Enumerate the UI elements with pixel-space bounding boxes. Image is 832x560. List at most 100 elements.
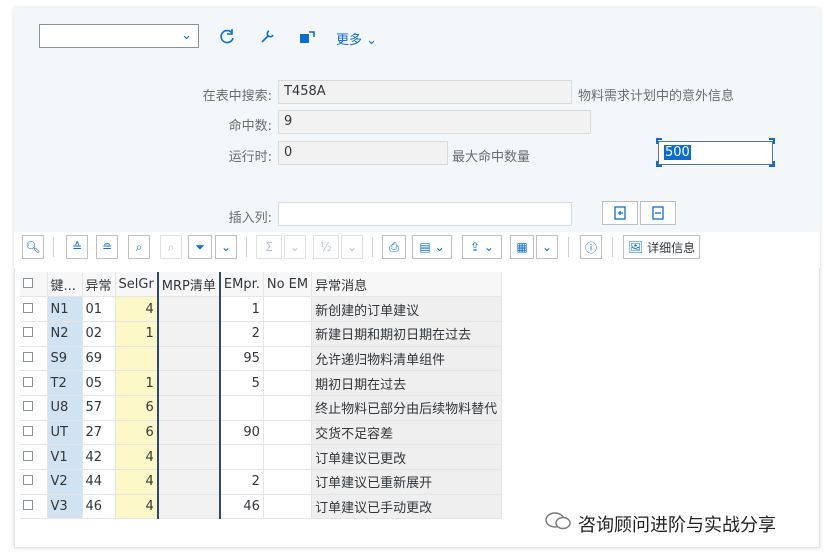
- message-cell: 终止物料已部分由后续物料替代: [311, 395, 503, 421]
- details-button[interactable]: 🖼︎ 详细信息: [623, 235, 700, 259]
- max-hits-label: 最大命中数量: [452, 150, 531, 165]
- runtime-label: 运行时:: [228, 150, 272, 165]
- more-label: 更多: [336, 33, 363, 48]
- runtime-field: 0: [278, 141, 448, 165]
- row-checkbox[interactable]: [20, 370, 48, 396]
- wrench-icon[interactable]: [256, 26, 278, 48]
- table-row[interactable]: U8 57 6 终止物料已部分由后续物料替代: [20, 395, 503, 421]
- exception-cell: 46: [82, 494, 116, 520]
- empr-cell: 46: [219, 494, 264, 520]
- subtotal-dropdown-icon: ⌄: [341, 235, 363, 259]
- col-header-no-em[interactable]: No EM: [263, 272, 313, 298]
- exception-cell: 44: [82, 469, 116, 495]
- selgr-cell: 6: [115, 420, 159, 446]
- filter-dropdown-icon[interactable]: ⌄: [215, 235, 237, 259]
- key-cell: V1: [47, 444, 83, 470]
- selgr-cell: 4: [115, 494, 159, 520]
- exception-cell: 27: [82, 420, 116, 446]
- info-icon[interactable]: ⓘ: [580, 235, 602, 259]
- row-checkbox[interactable]: [20, 346, 48, 372]
- sort-ascending-icon[interactable]: ≙: [66, 235, 88, 259]
- col-header-exception[interactable]: 异常: [82, 272, 116, 298]
- chevron-down-icon: ⌄: [366, 33, 378, 48]
- exception-cell: 42: [82, 444, 116, 470]
- table-row[interactable]: V2 44 4 2 订单建议已重新展开: [20, 469, 503, 495]
- row-checkbox[interactable]: [20, 395, 48, 421]
- empr-cell: 5: [219, 370, 264, 396]
- selgr-cell: 1: [115, 321, 159, 347]
- select-all-checkbox[interactable]: [20, 272, 48, 298]
- key-cell: U8: [47, 395, 83, 421]
- empr-cell: 2: [219, 321, 264, 347]
- search-description: 物料需求计划中的意外信息: [578, 89, 735, 104]
- mrp-list-cell: [156, 444, 221, 470]
- no-em-cell: [263, 469, 313, 495]
- table-header-row: 键... 异常 SelGr MRP清单 EMpr. No EM 异常消息: [20, 272, 503, 298]
- table-row[interactable]: N2 02 1 2 新建日期和期初日期在过去: [20, 321, 503, 347]
- col-header-mrp-list[interactable]: MRP清单: [156, 272, 221, 298]
- empr-cell: 90: [219, 420, 264, 446]
- more-menu-button[interactable]: 更多 ⌄: [336, 29, 377, 48]
- selgr-cell: [115, 346, 159, 372]
- no-em-cell: [263, 494, 313, 520]
- row-checkbox[interactable]: [20, 296, 48, 322]
- row-checkbox[interactable]: [20, 321, 48, 347]
- refresh-icon[interactable]: [216, 26, 238, 48]
- max-hits-value: 500: [664, 145, 691, 160]
- find-next-icon: ⌕: [160, 235, 182, 259]
- layout-dropdown-icon[interactable]: ⌄: [536, 235, 558, 259]
- message-cell: 新创建的订单建议: [311, 296, 503, 322]
- empr-cell: 1: [219, 296, 264, 322]
- layout-icon[interactable]: ▦: [510, 235, 534, 259]
- table-row[interactable]: T2 05 1 5 期初日期在过去: [20, 370, 503, 396]
- col-header-selgr[interactable]: SelGr: [115, 272, 159, 298]
- zoom-icon[interactable]: 🔍︎: [22, 235, 44, 259]
- find-icon[interactable]: ⌕: [128, 235, 150, 259]
- table-row[interactable]: V1 42 4 订单建议已更改: [20, 444, 503, 470]
- row-checkbox[interactable]: [20, 444, 48, 470]
- mrp-list-cell: [156, 494, 221, 520]
- col-header-key[interactable]: 键...: [47, 272, 83, 298]
- print-icon[interactable]: ⎙: [382, 235, 406, 259]
- insert-column-field[interactable]: [278, 202, 572, 226]
- remove-column-button[interactable]: [640, 201, 676, 225]
- mrp-list-cell: [156, 420, 221, 446]
- export-icon[interactable]: ⇪ ⌄: [462, 235, 502, 259]
- sort-descending-icon[interactable]: ≘: [96, 235, 118, 259]
- message-cell: 允许递归物料清单组件: [311, 346, 503, 372]
- insert-column-button[interactable]: [602, 201, 638, 225]
- variant-dropdown[interactable]: ⌄: [39, 24, 199, 48]
- filter-icon[interactable]: ⏷: [188, 235, 212, 259]
- exception-table: 键... 异常 SelGr MRP清单 EMpr. No EM 异常消息 N1 0…: [20, 272, 503, 520]
- row-checkbox[interactable]: [20, 420, 48, 446]
- search-field[interactable]: T458A: [278, 80, 572, 104]
- no-em-cell: [263, 420, 313, 446]
- insert-column-label: 插入列:: [228, 211, 272, 226]
- focus-corner: [656, 138, 662, 144]
- separator: [246, 237, 247, 257]
- row-checkbox[interactable]: [20, 469, 48, 495]
- no-em-cell: [263, 296, 313, 322]
- col-header-message[interactable]: 异常消息: [311, 272, 503, 298]
- col-header-empr[interactable]: EMpr.: [219, 272, 264, 298]
- selgr-cell: 4: [115, 444, 159, 470]
- empr-cell: [219, 395, 264, 421]
- table-row[interactable]: UT 27 6 90 交货不足容差: [20, 420, 503, 446]
- no-em-cell: [263, 395, 313, 421]
- mrp-list-cell: [156, 469, 221, 495]
- table-row[interactable]: V3 46 4 46 订单建议已手动更改: [20, 494, 503, 520]
- settings-transfer-icon[interactable]: [296, 26, 318, 48]
- table-row[interactable]: N1 01 4 1 新创建的订单建议: [20, 296, 503, 322]
- search-label: 在表中搜索:: [202, 89, 272, 104]
- mrp-list-cell: [156, 346, 221, 372]
- row-checkbox[interactable]: [20, 494, 48, 520]
- focus-corner: [769, 138, 775, 144]
- selgr-cell: 4: [115, 296, 159, 322]
- view-icon[interactable]: ▤ ⌄: [412, 235, 452, 259]
- message-cell: 交货不足容差: [311, 420, 503, 446]
- mrp-list-cell: [156, 370, 221, 396]
- chevron-down-icon: ⌄: [181, 28, 192, 43]
- selgr-cell: 4: [115, 469, 159, 495]
- max-hits-field[interactable]: 500: [658, 141, 773, 165]
- table-row[interactable]: S9 69 95 允许递归物料清单组件: [20, 346, 503, 372]
